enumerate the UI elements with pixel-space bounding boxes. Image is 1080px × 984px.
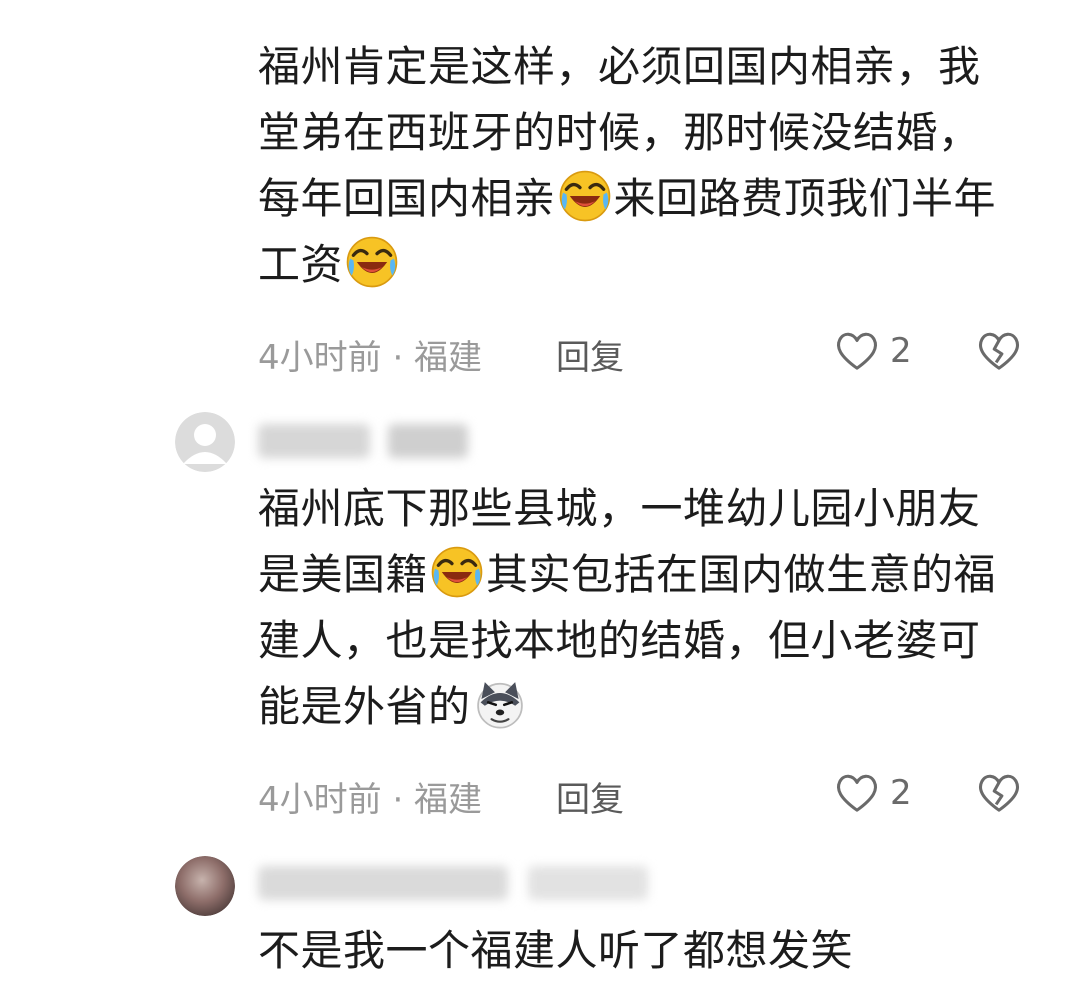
doge-emoji-icon — [476, 682, 523, 729]
username-extra — [388, 424, 468, 458]
reply-button[interactable]: 回复 — [556, 772, 624, 821]
dislike-button[interactable] — [974, 326, 1024, 376]
default-avatar-icon — [175, 412, 235, 472]
comment-line: 不是我一个福建人听了都想发笑 — [258, 926, 854, 975]
laughing-crying-emoji-icon — [559, 170, 610, 222]
user-avatar-photo — [175, 856, 235, 916]
username-extra — [528, 866, 648, 900]
heart-outline-icon — [836, 332, 878, 370]
reply-button[interactable]: 回复 — [556, 330, 624, 379]
comment-text-1: 福州肯定是这样，必须回国内相亲，我 堂弟在西班牙的时候，那时候没结婚， 每年回国… — [258, 34, 1038, 298]
laughing-crying-emoji-icon — [346, 236, 398, 288]
like-count: 2 — [890, 331, 912, 371]
laughing-crying-emoji-icon — [431, 546, 483, 598]
comment-line: 是美国籍 — [258, 550, 429, 599]
comment-line: 福州底下那些县城，一堆幼儿园小朋友 — [258, 484, 981, 533]
like-button[interactable]: 2 — [834, 768, 912, 818]
comment-line: 每年回国内相亲 — [258, 174, 556, 223]
heart-outline-icon — [836, 774, 878, 812]
comment-meta-row: 4小时前 · 福建 回复 2 — [258, 326, 1038, 379]
time-location: 4小时前 · 福建 — [258, 780, 483, 820]
like-button[interactable]: 2 — [834, 326, 912, 376]
comment-line: 其实包括在国内做生意的福 — [486, 550, 997, 599]
comment-line: 建人，也是找本地的结婚，但小老婆可 — [258, 616, 981, 665]
time-location: 4小时前 · 福建 — [258, 338, 483, 378]
comment-text-2: 福州底下那些县城，一堆幼儿园小朋友 是美国籍 其实包括在国内做生意的福 建人，也… — [258, 476, 1038, 740]
username[interactable] — [258, 424, 370, 458]
comment-line: 来回路费顶我们半年 — [613, 174, 997, 223]
broken-heart-icon — [978, 332, 1020, 370]
like-count: 2 — [890, 773, 912, 813]
dislike-button[interactable] — [974, 768, 1024, 818]
comment-line: 能是外省的 — [258, 682, 471, 731]
avatar[interactable] — [175, 856, 235, 916]
broken-heart-icon — [978, 774, 1020, 812]
comment-meta-row: 4小时前 · 福建 回复 2 — [258, 768, 1038, 821]
comment-line: 堂弟在西班牙的时候，那时候没结婚， — [258, 108, 981, 157]
avatar[interactable] — [175, 412, 235, 472]
comment-line: 福州肯定是这样，必须回国内相亲，我 — [258, 42, 981, 91]
comment-line: 工资 — [258, 240, 344, 289]
username[interactable] — [258, 866, 508, 900]
comment-text-3: 不是我一个福建人听了都想发笑 — [258, 918, 1038, 984]
